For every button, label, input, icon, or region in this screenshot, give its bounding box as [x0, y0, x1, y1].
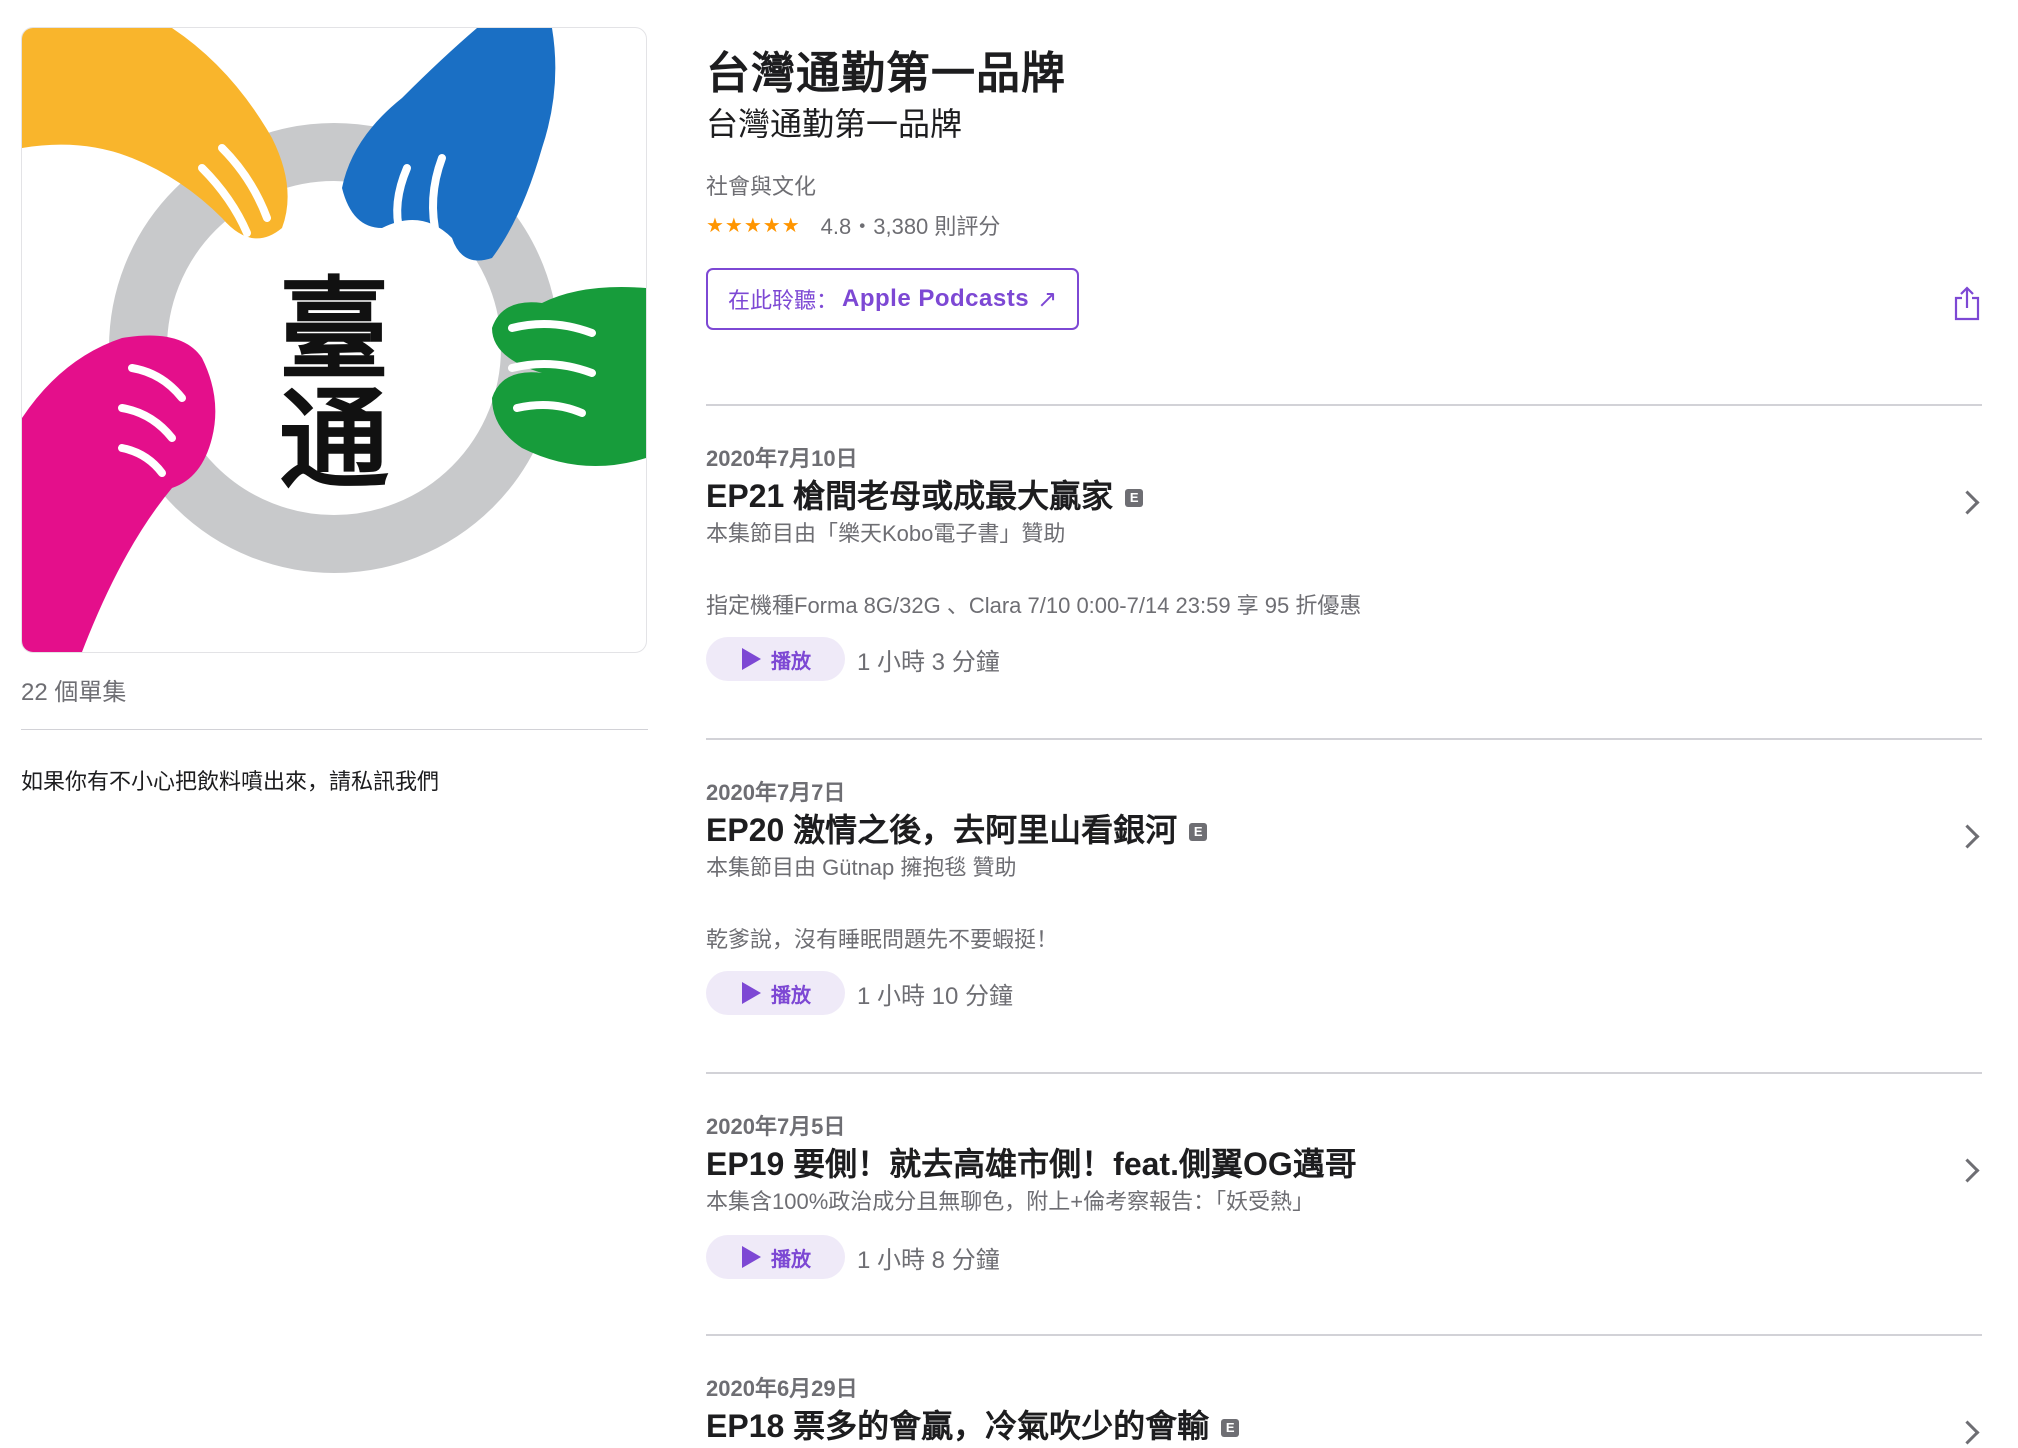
- explicit-badge: E: [1125, 489, 1144, 507]
- episode-list: 2020年7月10日 EP21 槍間老母或成最大贏家 E 本集節目由「樂天Kob…: [706, 404, 1982, 1445]
- rating-text: 4.8・3,380 則評分: [820, 214, 1001, 239]
- podcast-artwork: 臺 通: [21, 27, 647, 653]
- episode-count: 22 個單集: [21, 679, 127, 706]
- episode-extra-text: 指定機種Forma 8G/32G 、Clara 7/10 0:00-7/14 2…: [706, 593, 1362, 618]
- episode-item[interactable]: 2020年7月5日 EP19 要側！就去高雄市側！feat.側翼OG邁哥 本集含…: [706, 1072, 1982, 1334]
- episode-actions: 播放 1 小時 3 分鐘: [706, 636, 1982, 682]
- rating-row: ★★★★★ 4.8・3,380 則評分: [706, 208, 1982, 242]
- external-link-icon: ↗: [1037, 285, 1058, 313]
- explicit-badge: E: [1189, 823, 1208, 841]
- explicit-badge: E: [1221, 1419, 1240, 1437]
- show-title: 台灣通勤第一品牌: [706, 49, 1066, 98]
- rating-stars: ★★★★★: [706, 214, 801, 237]
- play-icon: [742, 1246, 761, 1268]
- show-category: 社會與文化: [706, 174, 817, 199]
- show-description: 如果你有不小心把飲料噴出來，請私訊我們: [21, 769, 440, 794]
- artwork-text-bottom: 通: [279, 376, 389, 504]
- listen-prefix: 在此聆聽：: [728, 288, 839, 313]
- episode-title[interactable]: EP18 票多的會贏，冷氣吹少的會輸 E: [706, 1404, 1982, 1448]
- listen-brand: Apple Podcasts: [842, 285, 1030, 312]
- play-button[interactable]: 播放: [706, 971, 845, 1015]
- episode-title-text: EP21 槍間老母或成最大贏家: [706, 478, 1114, 514]
- listen-on-apple-podcasts-button[interactable]: 在此聆聽： Apple Podcasts ↗: [706, 268, 1080, 330]
- episode-duration: 1 小時 8 分鐘: [857, 1246, 1000, 1274]
- episode-title-text: EP20 激情之後，去阿里山看銀河: [706, 812, 1178, 848]
- play-label: 播放: [771, 984, 811, 1007]
- episode-duration: 1 小時 3 分鐘: [857, 648, 1000, 676]
- episode-title[interactable]: EP21 槍間老母或成最大贏家 E: [706, 474, 1982, 518]
- episode-subtitle: 本集含100%政治成分且無聊色，附上+倫考察報告：「妖受熱」: [706, 1189, 1315, 1214]
- play-label: 播放: [771, 1248, 811, 1271]
- show-header: 台灣通勤第一品牌 台灣通勤第一品牌 社會與文化 ★★★★★ 4.8・3,380 …: [706, 46, 1982, 330]
- left-column: 臺 通 22 個單集 如果你有不小心把飲料噴出來，請私訊我們: [21, 27, 648, 798]
- episode-title[interactable]: EP19 要側！就去高雄市側！feat.側翼OG邁哥: [706, 1142, 1982, 1186]
- play-button[interactable]: 播放: [706, 1235, 845, 1279]
- episode-title-text: EP18 票多的會贏，冷氣吹少的會輸: [706, 1408, 1210, 1444]
- play-icon: [742, 982, 761, 1004]
- episode-subtitle: 本集節目由「樂天Kobo電子書」贊助: [706, 521, 1066, 546]
- episode-extra-text: 乾爹說，沒有睡眠問題先不要蝦挺！: [706, 927, 1059, 952]
- podcast-page: 臺 通 22 個單集 如果你有不小心把飲料噴出來，請私訊我們 台灣通勤第一品牌 …: [0, 0, 2018, 1445]
- episode-date: 2020年6月29日: [706, 1376, 858, 1401]
- episode-item[interactable]: 2020年7月10日 EP21 槍間老母或成最大贏家 E 本集節目由「樂天Kob…: [706, 404, 1982, 738]
- artwork-logo: 臺 通: [22, 28, 646, 652]
- share-icon[interactable]: [1952, 286, 1982, 322]
- play-label: 播放: [771, 650, 811, 673]
- episode-date: 2020年7月7日: [706, 780, 846, 805]
- artwork-text-top: 臺: [279, 266, 389, 394]
- episode-title-text: EP19 要側！就去高雄市側！feat.側翼OG邁哥: [706, 1146, 1357, 1182]
- episode-item[interactable]: 2020年6月29日 EP18 票多的會贏，冷氣吹少的會輸 E: [706, 1334, 1982, 1445]
- episode-subtitle: 本集節目由 Gütnap 擁抱毯 贊助: [706, 855, 1017, 880]
- episode-item[interactable]: 2020年7月7日 EP20 激情之後，去阿里山看銀河 E 本集節目由 Gütn…: [706, 738, 1982, 1072]
- episode-date: 2020年7月5日: [706, 1114, 846, 1139]
- episode-title[interactable]: EP20 激情之後，去阿里山看銀河 E: [706, 808, 1982, 852]
- divider: [21, 729, 648, 730]
- episode-actions: 播放 1 小時 8 分鐘: [706, 1234, 1982, 1280]
- episode-actions: 播放 1 小時 10 分鐘: [706, 970, 1982, 1016]
- show-author[interactable]: 台灣通勤第一品牌: [706, 102, 1982, 146]
- play-icon: [742, 648, 761, 670]
- episode-duration: 1 小時 10 分鐘: [857, 982, 1014, 1010]
- episode-date: 2020年7月10日: [706, 446, 858, 471]
- play-button[interactable]: 播放: [706, 637, 845, 681]
